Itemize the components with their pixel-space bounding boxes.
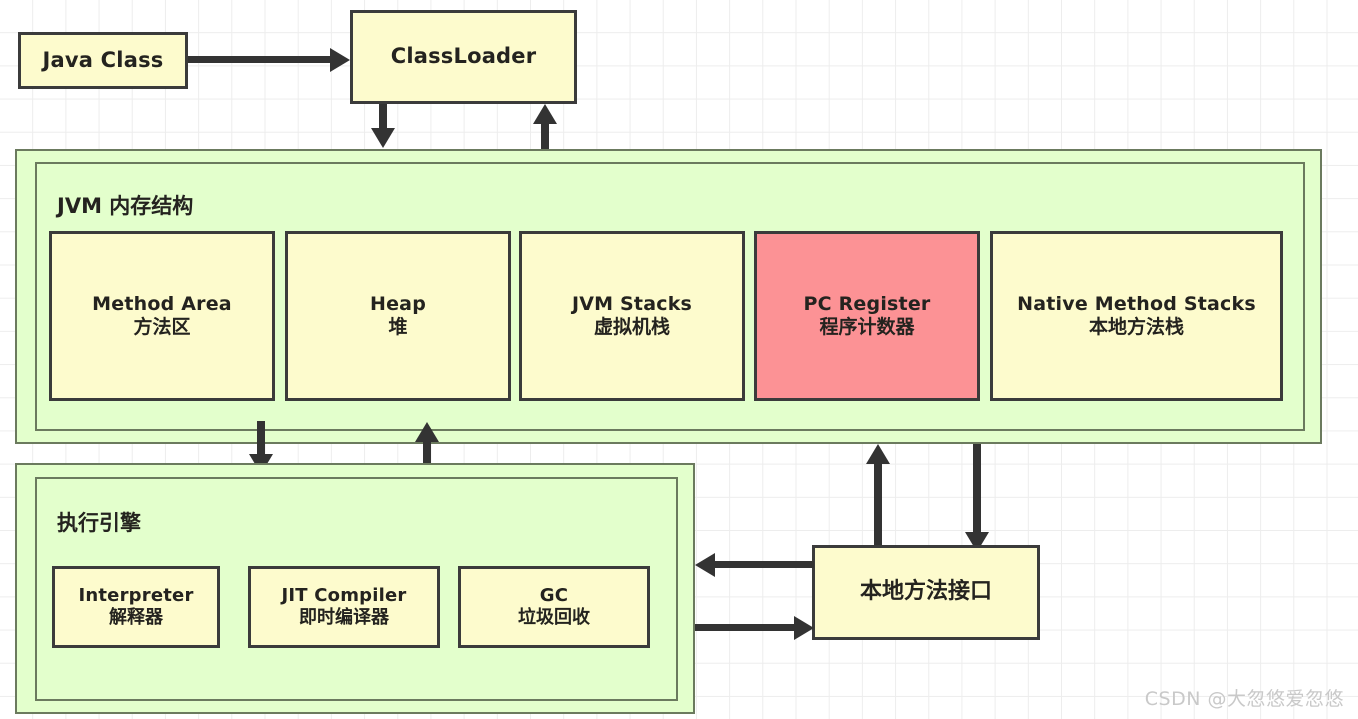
jvm-area-jvm-stacks[interactable]: JVM Stacks 虚拟机栈: [519, 231, 745, 401]
jvm-area-pc-register-en: PC Register: [803, 292, 931, 315]
arrow-jvm-to-exec-line: [257, 421, 265, 457]
node-class-loader[interactable]: ClassLoader: [350, 10, 577, 104]
node-native-interface-label: 本地方法接口: [859, 579, 992, 605]
exec-component-interpreter-en: Interpreter: [78, 585, 194, 607]
jvm-area-method-area-cn: 方法区: [133, 316, 191, 338]
arrow-native-to-jvm-line: [874, 462, 882, 554]
jvm-area-native-method-stacks-cn: 本地方法栈: [1088, 316, 1184, 338]
node-java-class[interactable]: Java Class: [18, 32, 188, 89]
exec-component-jit-compiler-cn: 即时编译器: [299, 607, 389, 628]
jvm-area-native-method-stacks[interactable]: Native Method Stacks 本地方法栈: [990, 231, 1283, 401]
node-native-interface[interactable]: 本地方法接口: [812, 545, 1040, 640]
exec-component-interpreter[interactable]: Interpreter 解释器: [52, 566, 220, 648]
jvm-area-native-method-stacks-en: Native Method Stacks: [1017, 292, 1256, 315]
exec-component-jit-compiler-en: JIT Compiler: [281, 585, 407, 607]
jvm-area-heap-en: Heap: [369, 292, 426, 315]
jvm-memory-panel-title: JVM 内存结构: [57, 194, 194, 218]
arrow-exec-to-native-head: [794, 615, 814, 640]
jvm-area-pc-register-cn: 程序计数器: [819, 316, 915, 338]
arrow-native-to-jvm-head: [866, 444, 890, 464]
arrow-classloader-to-jvm-line: [379, 104, 387, 129]
jvm-area-heap-cn: 堆: [388, 316, 408, 338]
arrow-exec-to-native-line: [695, 624, 796, 631]
exec-component-jit-compiler[interactable]: JIT Compiler 即时编译器: [248, 566, 440, 648]
node-java-class-label: Java Class: [42, 47, 164, 72]
arrow-jvm-to-classloader-head: [533, 104, 557, 124]
exec-component-gc-en: GC: [539, 585, 569, 607]
arrow-jvm-to-classloader-line: [541, 122, 549, 149]
jvm-area-pc-register[interactable]: PC Register 程序计数器: [754, 231, 980, 401]
exec-component-interpreter-cn: 解释器: [109, 607, 163, 628]
jvm-area-method-area-en: Method Area: [92, 292, 232, 315]
exec-component-gc[interactable]: GC 垃圾回收: [458, 566, 650, 648]
arrow-native-to-exec-line: [713, 561, 814, 568]
arrow-exec-to-jvm-head: [415, 422, 439, 442]
jvm-area-heap[interactable]: Heap 堆: [285, 231, 511, 401]
jvm-area-jvm-stacks-en: JVM Stacks: [571, 292, 693, 315]
jvm-architecture-diagram: Java Class ClassLoader JVM 内存结构 Method A…: [0, 0, 1358, 719]
exec-component-gc-cn: 垃圾回收: [518, 607, 590, 628]
execution-engine-panel-title: 执行引擎: [57, 511, 141, 535]
arrow-java-class-to-classloader-head: [330, 47, 350, 72]
arrow-java-class-to-classloader-line: [188, 56, 332, 63]
csdn-watermark: CSDN @大忽悠爱忽悠: [1144, 688, 1344, 710]
node-class-loader-label: ClassLoader: [390, 44, 537, 69]
arrow-native-to-exec-head: [695, 552, 715, 577]
arrow-jvm-to-native-line: [973, 444, 981, 534]
jvm-area-jvm-stacks-cn: 虚拟机栈: [593, 316, 670, 338]
jvm-area-method-area[interactable]: Method Area 方法区: [49, 231, 275, 401]
arrow-classloader-to-jvm-head: [371, 128, 395, 148]
